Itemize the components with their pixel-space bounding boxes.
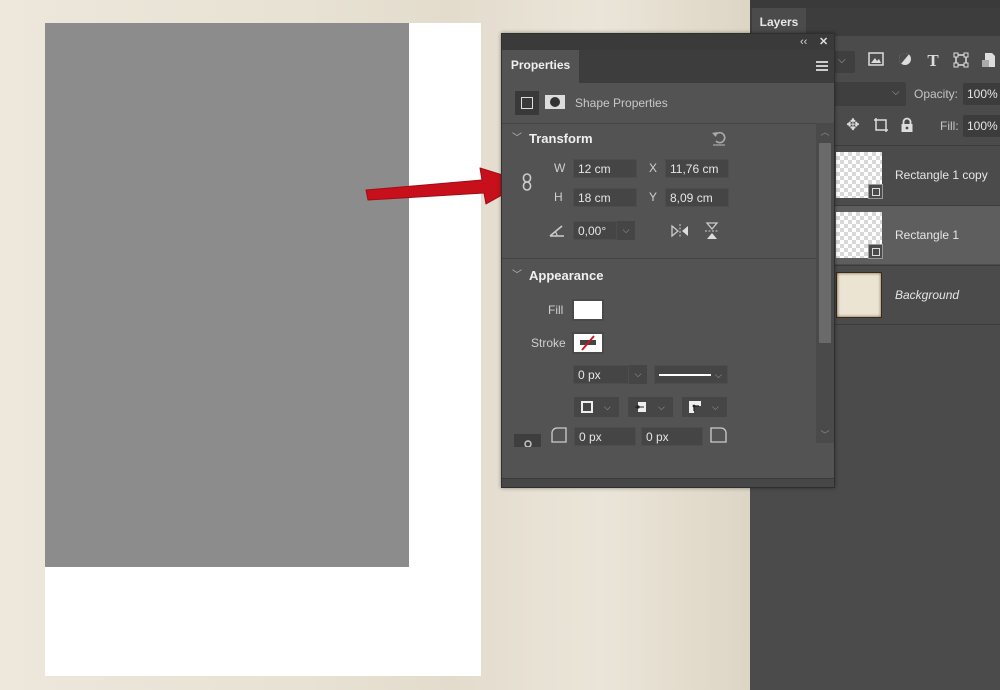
panel-resize-handle[interactable] <box>502 478 834 487</box>
panel-menu-icon[interactable] <box>816 61 828 71</box>
stroke-label: Stroke <box>531 336 566 350</box>
collapse-panel-icon[interactable]: ‹‹ <box>800 34 807 50</box>
layer-name: Rectangle 1 <box>895 228 960 242</box>
appearance-section-header[interactable]: ﹀ Appearance <box>502 262 816 290</box>
stroke-caps-dropdown[interactable]: ⌵ <box>628 397 673 417</box>
properties-footer-area <box>502 447 816 479</box>
fill-input[interactable]: 100% <box>963 115 1000 137</box>
adjustment-filter-icon[interactable] <box>896 52 914 70</box>
section-divider <box>502 258 816 259</box>
corner-radius-top-left-input[interactable]: 0 px <box>574 427 636 446</box>
layer-row-rectangle-1-copy[interactable]: Rectangle 1 copy <box>830 145 1000 204</box>
scroll-up-icon[interactable]: ︿ <box>816 125 834 138</box>
y-label: Y <box>649 190 658 204</box>
shape-properties-label: Shape Properties <box>575 96 668 110</box>
chevron-down-icon: ﹀ <box>512 270 522 281</box>
stroke-width-input[interactable]: 0 px <box>573 365 629 384</box>
image-filter-icon[interactable] <box>867 52 885 70</box>
flip-vertical-icon[interactable] <box>704 221 720 246</box>
tab-properties[interactable]: Properties <box>502 50 579 83</box>
link-dimensions-icon[interactable] <box>522 173 532 196</box>
lock-fill-row: ✥ Fill: 100% <box>830 114 1000 140</box>
height-label: H <box>554 190 563 204</box>
transform-section-header[interactable]: ﹀ Transform <box>502 125 816 153</box>
scroll-thumb[interactable] <box>819 143 831 343</box>
reset-transform-icon[interactable] <box>711 130 727 151</box>
layer-name: Background <box>895 288 960 302</box>
fill-label: Fill: <box>940 119 959 133</box>
fill-label: Fill <box>548 303 564 317</box>
layer-row-rectangle-1[interactable]: Rectangle 1 <box>830 205 1000 264</box>
shape-layer-icon <box>868 244 883 259</box>
angle-icon <box>549 224 565 242</box>
corner-top-left-icon <box>551 427 567 448</box>
properties-panel: ‹‹ ✕ Properties Shape Properties ﹀ Trans… <box>501 33 835 488</box>
width-input[interactable]: 12 cm <box>573 159 637 178</box>
shape-layer-icon <box>868 184 883 199</box>
x-label: X <box>649 161 658 175</box>
properties-titlebar[interactable]: ‹‹ ✕ <box>502 34 834 50</box>
x-input[interactable]: 11,76 cm <box>665 159 729 178</box>
opacity-input[interactable]: 100% <box>963 83 1000 105</box>
stroke-width-dropdown[interactable]: ⌵ <box>629 365 647 384</box>
tab-layers[interactable]: Layers <box>752 8 806 36</box>
blend-opacity-row: ⌵ Opacity: 100% <box>830 82 1000 108</box>
link-corner-radius-button[interactable] <box>514 434 541 448</box>
layer-thumbnail <box>836 212 883 259</box>
layer-filter-row: ⌵ T <box>830 48 1000 76</box>
mask-properties-icon[interactable] <box>545 95 565 109</box>
shape-properties-header: Shape Properties <box>502 83 834 124</box>
shape-properties-icon[interactable] <box>515 91 539 115</box>
scroll-down-icon[interactable]: ﹀ <box>816 428 834 441</box>
opacity-label: Opacity: <box>914 87 959 101</box>
height-input[interactable]: 18 cm <box>573 188 637 207</box>
stroke-color-swatch[interactable] <box>572 332 604 354</box>
lock-position-icon[interactable]: ✥ <box>844 117 862 135</box>
layers-list-divider <box>830 324 1000 325</box>
lock-artboard-icon[interactable] <box>872 117 890 135</box>
appearance-title: Appearance <box>529 268 604 283</box>
flip-horizontal-icon[interactable] <box>670 223 690 244</box>
corner-top-right-icon <box>710 427 728 448</box>
fill-color-swatch[interactable] <box>572 299 604 321</box>
smart-object-filter-icon[interactable] <box>980 52 998 70</box>
layer-name: Rectangle 1 copy <box>895 168 988 182</box>
type-filter-icon[interactable]: T <box>924 52 942 70</box>
y-input[interactable]: 8,09 cm <box>665 188 729 207</box>
stroke-align-dropdown[interactable]: ⌵ <box>574 397 619 417</box>
blend-mode-dropdown[interactable]: ⌵ <box>830 82 906 106</box>
layer-row-background[interactable]: Background <box>830 265 1000 324</box>
lock-all-icon[interactable] <box>898 117 916 135</box>
angle-dropdown[interactable]: ⌵ <box>617 221 635 240</box>
corner-radius-top-right-input[interactable]: 0 px <box>641 427 703 446</box>
layers-topbar <box>750 0 1000 8</box>
layer-thumbnail <box>836 272 882 318</box>
layer-thumbnail <box>836 152 883 199</box>
width-label: W <box>554 161 566 175</box>
transform-title: Transform <box>529 131 593 146</box>
stroke-type-dropdown[interactable]: ⌵ <box>654 365 728 384</box>
chevron-down-icon: ﹀ <box>512 133 522 144</box>
gray-rectangle-shape[interactable] <box>45 23 409 567</box>
stroke-corners-dropdown[interactable]: ⌵ <box>682 397 727 417</box>
angle-input[interactable]: 0,00° <box>573 221 617 240</box>
close-panel-icon[interactable]: ✕ <box>819 34 828 50</box>
shape-filter-icon[interactable] <box>952 52 970 70</box>
properties-scrollbar[interactable]: ︿ ﹀ <box>816 123 834 443</box>
